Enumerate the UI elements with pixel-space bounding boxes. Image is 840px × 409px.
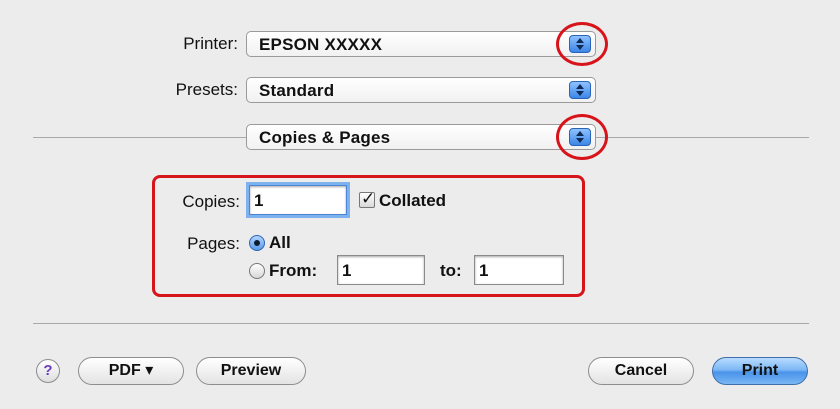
copies-input[interactable]: 1: [249, 185, 347, 215]
help-button[interactable]: ?: [36, 359, 60, 383]
pages-to-input[interactable]: 1: [474, 255, 564, 285]
printer-label: Printer:: [183, 34, 238, 53]
section-divider-right: [596, 137, 809, 138]
pages-from-label: From:: [269, 261, 318, 280]
presets-popup[interactable]: Standard: [246, 77, 596, 103]
checkmark-icon: ✓: [361, 189, 376, 208]
annotation-circle-printer: [556, 22, 608, 66]
section-divider-left: [33, 137, 246, 138]
section-popup[interactable]: Copies & Pages: [246, 124, 596, 150]
copies-label: Copies:: [182, 192, 240, 211]
collated-checkbox[interactable]: ✓: [359, 189, 376, 208]
pages-from-input[interactable]: 1: [337, 255, 425, 285]
pages-to-value: 1: [479, 261, 489, 280]
collated-label: Collated: [379, 191, 447, 210]
annotation-circle-section: [556, 114, 608, 160]
pages-label: Pages:: [187, 234, 240, 253]
pdf-menu-button[interactable]: PDF ▾: [78, 357, 184, 385]
pages-all-radio[interactable]: [249, 235, 265, 251]
pages-from-radio[interactable]: [249, 263, 265, 279]
bottom-divider: [33, 323, 809, 324]
cancel-button[interactable]: Cancel: [588, 357, 694, 385]
presets-popup-value: Standard: [259, 81, 335, 100]
printer-popup[interactable]: EPSON XXXXX: [246, 31, 596, 57]
copies-input-value: 1: [254, 191, 264, 210]
presets-popup-arrows-icon: [569, 81, 591, 99]
pages-all-label: All: [269, 233, 291, 252]
preview-button[interactable]: Preview: [196, 357, 306, 385]
section-popup-value: Copies & Pages: [259, 128, 391, 147]
presets-label: Presets:: [175, 80, 238, 99]
print-button[interactable]: Print: [712, 357, 808, 385]
pages-to-label: to:: [440, 261, 462, 280]
pages-from-value: 1: [342, 261, 352, 280]
printer-popup-value: EPSON XXXXX: [259, 35, 383, 54]
